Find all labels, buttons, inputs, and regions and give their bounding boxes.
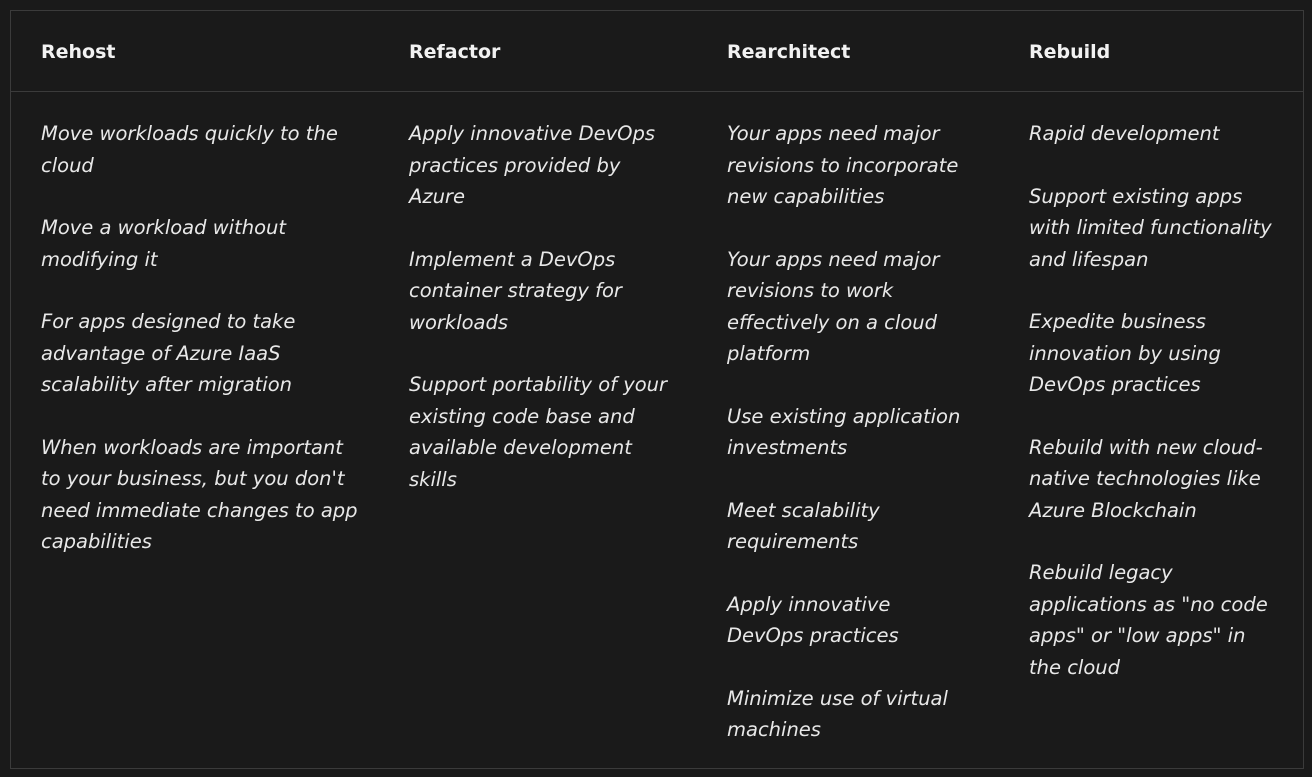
header-rebuild: Rebuild (1029, 41, 1111, 63)
table-cell: Move a workload without modifying it (41, 216, 287, 271)
table-header-row: Rehost Refactor Rearchitect Rebuild (11, 11, 1303, 92)
table-cell: Support existing apps with limited funct… (1029, 184, 1272, 271)
table-cell: Rebuild with new cloud-native technologi… (1029, 435, 1263, 522)
table-cell: Minimize use of virtual machines (727, 686, 948, 742)
table-cell: Apply innovative DevOps practices (727, 592, 899, 648)
table-cell: For apps designed to take advantage of A… (41, 310, 296, 396)
table-cell: Apply innovative DevOps practices provid… (409, 122, 656, 208)
header-rehost: Rehost (41, 41, 116, 63)
table-cell: Your apps need major revisions to incorp… (727, 122, 959, 208)
table-cell: Use existing application investments (727, 404, 961, 460)
table-cell: Your apps need major revisions to work e… (727, 247, 940, 366)
rebuild-column: Rapid development Support existing apps … (1029, 118, 1281, 714)
rearchitect-column: Your apps need major revisions to incorp… (727, 118, 963, 777)
table-cell: Support portability of your existing cod… (409, 373, 668, 491)
header-refactor: Refactor (409, 41, 501, 63)
table-cell: Meet scalability requirements (727, 498, 880, 554)
migration-strategy-table: Rehost Refactor Rearchitect Rebuild Move… (10, 10, 1304, 769)
table-cell: When workloads are important to your bus… (41, 435, 358, 554)
refactor-column: Apply innovative DevOps practices provid… (409, 118, 675, 526)
table-cell: Expedite business innovation by using De… (1029, 310, 1221, 396)
table-cell: Rapid development (1029, 122, 1220, 145)
table-cell: Move workloads quickly to the cloud (41, 122, 338, 177)
table-cell: Implement a DevOps container strategy fo… (409, 247, 622, 334)
table-cell: Rebuild legacy applications as "no code … (1029, 561, 1268, 679)
header-rearchitect: Rearchitect (727, 41, 851, 63)
rehost-column: Move workloads quickly to the cloud Move… (41, 118, 359, 589)
